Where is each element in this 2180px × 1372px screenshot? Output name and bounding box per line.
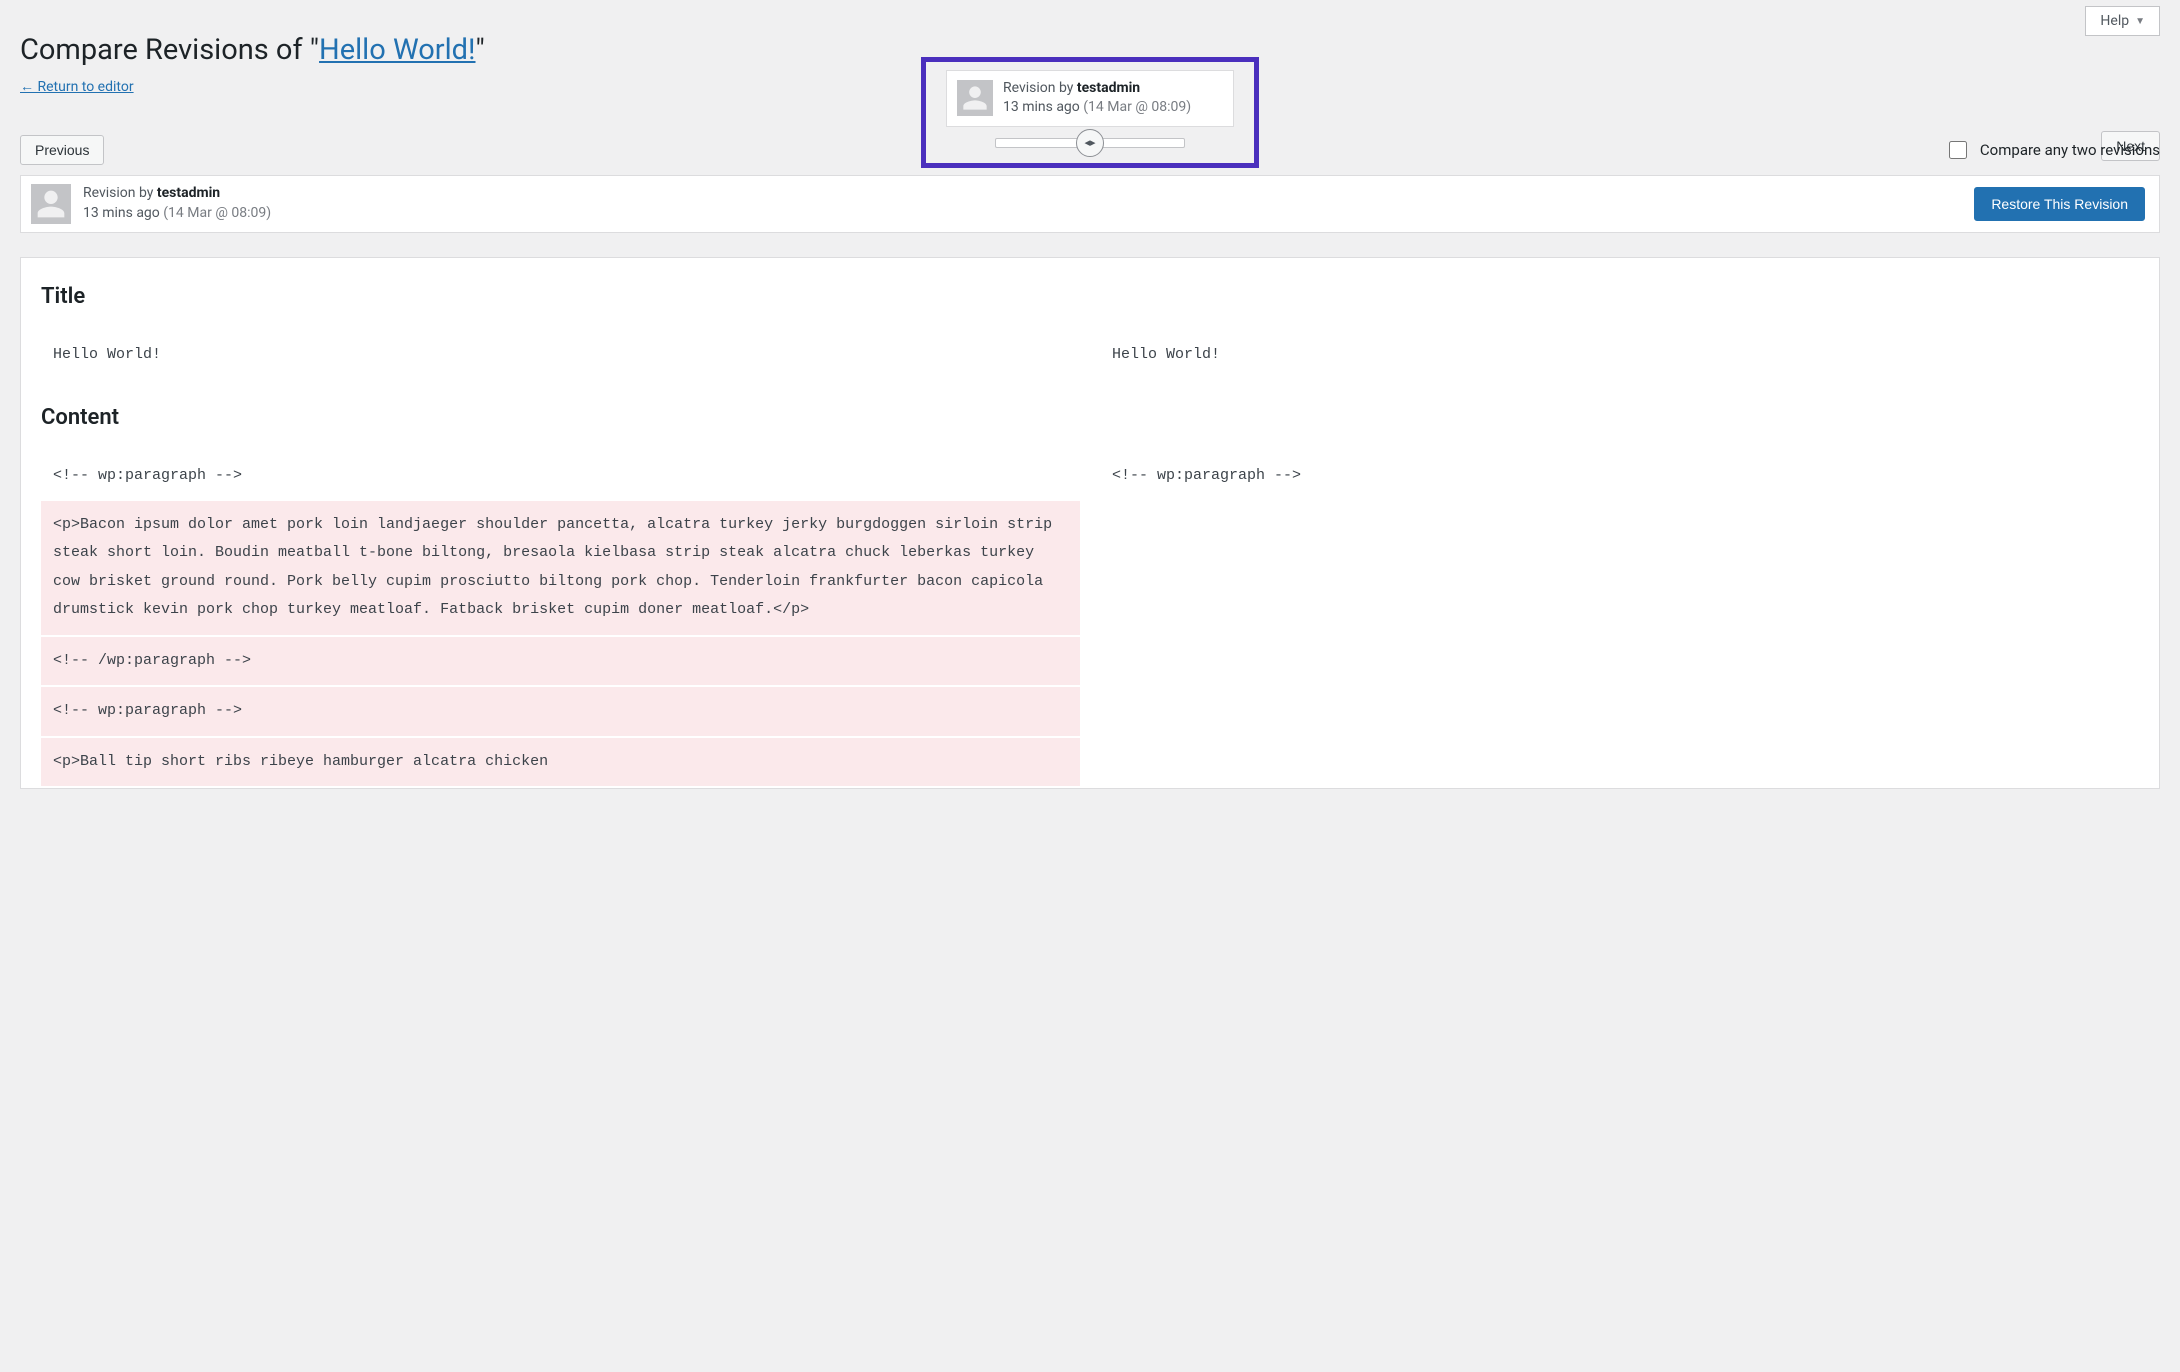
diff-content-heading: Content bbox=[41, 405, 2139, 430]
restore-revision-button[interactable]: Restore This Revision bbox=[1974, 187, 2145, 221]
diff-content-left: <!-- wp:paragraph --><p>Bacon ipsum dolo… bbox=[41, 452, 1080, 788]
avatar bbox=[957, 80, 993, 116]
revision-slider-track[interactable]: ◂▸ bbox=[946, 137, 1234, 149]
avatar bbox=[31, 184, 71, 224]
diff-line: <!-- wp:paragraph --> bbox=[1100, 452, 2139, 501]
chevron-down-icon: ▼ bbox=[2135, 16, 2145, 27]
diff-line: <!-- /wp:paragraph --> bbox=[41, 637, 1080, 688]
diff-line: <!-- wp:paragraph --> bbox=[41, 687, 1080, 738]
diff-content-right: <!-- wp:paragraph --> bbox=[1100, 452, 2139, 788]
revision-header-bar: Revision by testadmin 13 mins ago (14 Ma… bbox=[20, 175, 2160, 233]
diff-title-heading: Title bbox=[41, 284, 2139, 309]
revision-info: Revision by testadmin 13 mins ago (14 Ma… bbox=[83, 184, 271, 223]
person-icon bbox=[961, 84, 989, 112]
slider-handle[interactable]: ◂▸ bbox=[1076, 129, 1104, 157]
tooltip-info: Revision by testadmin 13 mins ago (14 Ma… bbox=[1003, 79, 1191, 118]
help-tab[interactable]: Help ▼ bbox=[2085, 6, 2160, 36]
diff-title-left: Hello World! bbox=[41, 331, 1080, 380]
help-label: Help bbox=[2100, 13, 2129, 29]
diff-line: <!-- wp:paragraph --> bbox=[41, 452, 1080, 501]
diff-line: <p>Ball tip short ribs ribeye hamburger … bbox=[41, 738, 1080, 789]
revision-tooltip: Revision by testadmin 13 mins ago (14 Ma… bbox=[946, 70, 1234, 127]
revision-slider-highlight: Revision by testadmin 13 mins ago (14 Ma… bbox=[921, 57, 1259, 168]
return-to-editor-link[interactable]: ← Return to editor bbox=[20, 79, 134, 95]
compare-two-label: Compare any two revisions bbox=[1980, 141, 2160, 159]
person-icon bbox=[35, 188, 67, 220]
diff-line: <p>Bacon ipsum dolor amet pork loin land… bbox=[41, 501, 1080, 637]
diff-title-right: Hello World! bbox=[1100, 331, 2139, 380]
compare-two-toggle[interactable]: Compare any two revisions bbox=[1945, 138, 2160, 162]
compare-two-checkbox[interactable] bbox=[1949, 141, 1967, 159]
previous-button[interactable]: Previous bbox=[20, 135, 104, 165]
slider-handle-icon: ◂▸ bbox=[1084, 136, 1095, 149]
post-title-link[interactable]: Hello World! bbox=[319, 33, 475, 67]
diff-panel: Title Hello World! Hello World! Content … bbox=[20, 257, 2160, 790]
